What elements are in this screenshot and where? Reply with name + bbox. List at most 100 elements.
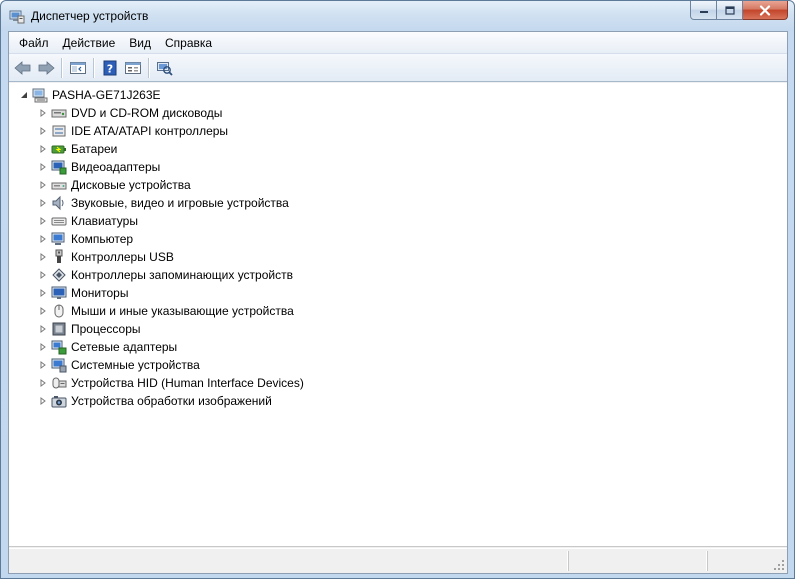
expand-arrow-icon[interactable] [38, 108, 48, 118]
properties-icon [124, 61, 141, 74]
back-button[interactable] [11, 57, 34, 79]
status-pane-divider [707, 551, 708, 571]
tree-item-label: Мыши и иные указывающие устройства [71, 304, 294, 318]
forward-button[interactable] [34, 57, 57, 79]
expand-arrow-icon[interactable] [38, 342, 48, 352]
tree-item[interactable]: Мыши и иные указывающие устройства [38, 302, 294, 320]
menu-bar: Файл Действие Вид Справка [9, 32, 787, 54]
disk-drive-icon [51, 182, 67, 190]
close-icon [759, 4, 771, 16]
close-button[interactable] [743, 1, 788, 20]
tree-item[interactable]: Контроллеры USB [38, 248, 174, 266]
hid-icon [52, 377, 67, 389]
forward-icon [38, 60, 55, 75]
expand-arrow-icon[interactable] [38, 198, 48, 208]
storage-controller-icon [52, 268, 66, 282]
tree-item[interactable]: Дисковые устройства [38, 176, 191, 194]
show-hide-tree-button[interactable] [66, 57, 89, 79]
help-icon: ? [103, 60, 116, 75]
tree-item[interactable]: Устройства HID (Human Interface Devices) [38, 374, 304, 392]
expand-arrow-icon[interactable] [38, 216, 48, 226]
tree-item[interactable]: Контроллеры запоминающих устройств [38, 266, 293, 284]
expand-arrow-icon[interactable] [38, 234, 48, 244]
expand-arrow-icon[interactable] [38, 180, 48, 190]
expand-arrow-icon[interactable] [38, 306, 48, 316]
tree-item-label: Сетевые адаптеры [71, 340, 178, 354]
usb-icon [55, 249, 63, 263]
expand-arrow-icon[interactable] [38, 162, 48, 172]
tree-item-label: Батареи [71, 142, 118, 156]
keyboard-icon [51, 217, 67, 226]
toolbar: ? [9, 54, 787, 82]
expand-arrow-icon[interactable] [38, 144, 48, 154]
minimize-button[interactable] [690, 1, 717, 20]
imaging-device-icon [51, 396, 67, 408]
tree-item[interactable]: Устройства обработки изображений [38, 392, 272, 410]
maximize-button[interactable] [717, 1, 743, 20]
expand-arrow-icon[interactable] [38, 270, 48, 280]
tree-item-label: Клавиатуры [71, 214, 138, 228]
expand-arrow-icon[interactable] [38, 360, 48, 370]
tree-item[interactable]: Процессоры [38, 320, 141, 338]
svg-text:?: ? [106, 62, 112, 75]
tree-item[interactable]: Клавиатуры [38, 212, 138, 230]
expand-arrow-icon[interactable] [38, 252, 48, 262]
expand-arrow-icon[interactable] [38, 288, 48, 298]
toolbar-separator [61, 57, 62, 78]
expand-arrow-icon[interactable] [38, 396, 48, 406]
computer-icon [51, 232, 65, 245]
tree-item-label: Видеоадаптеры [71, 160, 161, 174]
tree-item-label: Процессоры [71, 322, 141, 336]
dvd-drive-icon [51, 109, 67, 118]
menu-help[interactable]: Справка [158, 33, 219, 53]
title-bar[interactable]: Диспетчер устройств [1, 1, 794, 31]
expand-arrow-icon[interactable] [38, 324, 48, 334]
maximize-icon [724, 5, 735, 15]
mouse-icon [54, 304, 64, 318]
collapse-arrow-icon[interactable] [19, 90, 29, 100]
tree-root[interactable]: PASHA-GE71J263E [19, 86, 161, 104]
sound-icon [52, 195, 64, 211]
tree-item[interactable]: Звуковые, видео и игровые устройства [38, 194, 289, 212]
menu-action[interactable]: Действие [56, 33, 123, 53]
tree-item-label: Дисковые устройства [71, 178, 191, 192]
computer-root-icon [32, 88, 48, 103]
tree-item-label: Звуковые, видео и игровые устройства [71, 196, 289, 210]
device-manager-window: Диспетчер устройств Файл Действие Вид Сп… [0, 0, 795, 579]
tree-item-label: IDE ATA/ATAPI контроллеры [71, 124, 229, 138]
tree-item-label: DVD и CD-ROM дисководы [71, 106, 223, 120]
status-bar [9, 548, 787, 573]
tree-item-label: Компьютер [71, 232, 134, 246]
ide-controller-icon [52, 125, 66, 137]
show-hide-tree-icon [69, 61, 86, 74]
display-adapter-icon [51, 160, 67, 175]
menu-view[interactable]: Вид [122, 33, 158, 53]
help-button[interactable]: ? [98, 57, 121, 79]
minimize-icon [699, 11, 708, 13]
resize-grip-icon[interactable] [773, 559, 785, 571]
toolbar-separator [148, 57, 149, 78]
system-devices-icon [51, 358, 67, 373]
tree-item[interactable]: DVD и CD-ROM дисководы [38, 104, 222, 122]
back-icon [13, 60, 30, 75]
tree-item-label: Мониторы [71, 286, 129, 300]
tree-item[interactable]: Батареи [38, 140, 117, 158]
expand-arrow-icon[interactable] [38, 378, 48, 388]
tree-item[interactable]: Компьютер [38, 230, 133, 248]
tree-item-label: Устройства обработки изображений [71, 394, 272, 408]
scan-hardware-icon [156, 61, 173, 76]
tree-item[interactable]: Сетевые адаптеры [38, 338, 177, 356]
tree-item[interactable]: IDE ATA/ATAPI контроллеры [38, 122, 228, 140]
toolbar-separator [93, 57, 94, 78]
window-title: Диспетчер устройств [31, 9, 149, 23]
device-tree[interactable]: PASHA-GE71J263E DVD и CD-ROM дисководы ID… [9, 83, 787, 547]
properties-button[interactable] [121, 57, 144, 79]
menu-file[interactable]: Файл [12, 33, 56, 53]
tree-item[interactable]: Системные устройства [38, 356, 200, 374]
client-area: Файл Действие Вид Справка ? PASHA-GE71J2… [8, 31, 788, 574]
expand-arrow-icon[interactable] [38, 126, 48, 136]
tree-item[interactable]: Мониторы [38, 284, 128, 302]
scan-hardware-button[interactable] [153, 57, 176, 79]
tree-item-label: Системные устройства [71, 358, 200, 372]
tree-item[interactable]: Видеоадаптеры [38, 158, 160, 176]
